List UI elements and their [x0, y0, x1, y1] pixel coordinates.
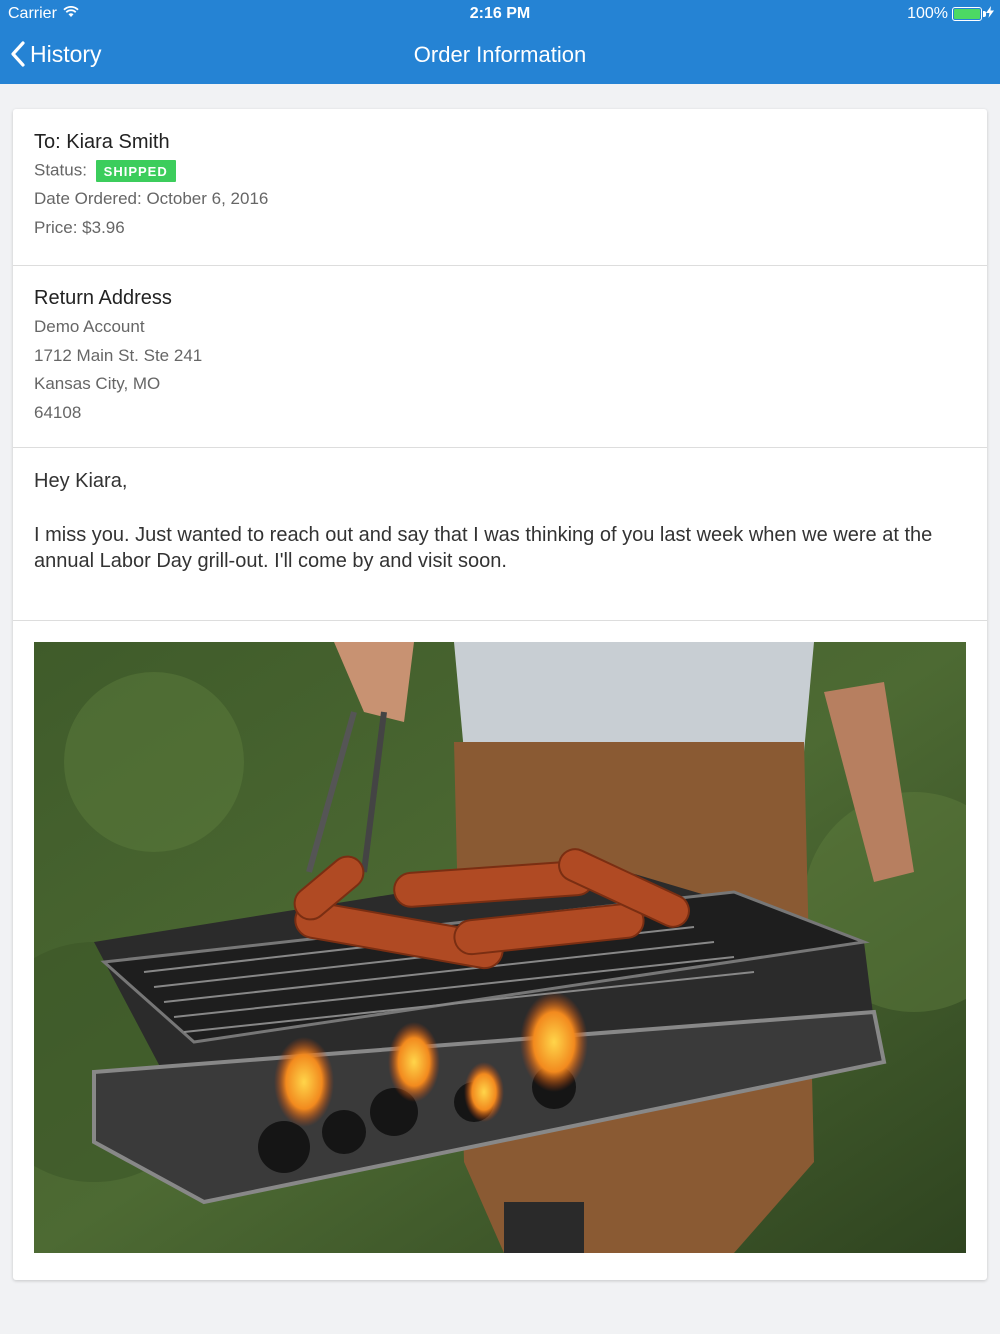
address-line: Kansas City, MO [34, 374, 161, 393]
return-address: Return Address Demo Account 1712 Main St… [13, 266, 987, 448]
top-bar: Carrier 2:16 PM 100% History Order Infor… [0, 0, 1000, 84]
clock: 2:16 PM [469, 5, 531, 22]
battery-percent: 100% [907, 5, 948, 22]
return-address-heading: Return Address [34, 287, 172, 309]
status-label: Status: [34, 160, 87, 180]
battery-indicator: 100% [907, 5, 994, 23]
order-details: To: Kiara Smith Status: SHIPPED Date Ord… [13, 109, 987, 266]
order-date: Date Ordered: October 6, 2016 [34, 189, 269, 208]
address-line: 64108 [34, 403, 82, 422]
charging-icon [986, 5, 994, 23]
order-card: To: Kiara Smith Status: SHIPPED Date Ord… [13, 109, 987, 1280]
status-badge: SHIPPED [95, 160, 176, 182]
navigation-bar: History Order Information [0, 28, 1000, 84]
message: Hey Kiara, I miss you. Just wanted to re… [13, 448, 987, 621]
grill-photo [34, 642, 966, 1253]
address-line: 1712 Main St. Ste 241 [34, 346, 203, 365]
message-body: I miss you. Just wanted to reach out and… [34, 524, 933, 572]
battery-icon [952, 7, 986, 21]
address-line: Demo Account [34, 317, 145, 336]
status-row: Status: SHIPPED [34, 160, 176, 182]
message-greeting: Hey Kiara, [34, 470, 128, 492]
recipient-name: To: Kiara Smith [34, 131, 170, 153]
order-price: Price: $3.96 [34, 218, 125, 237]
status-bar: Carrier 2:16 PM 100% [0, 0, 1000, 28]
page-title: Order Information [413, 42, 587, 67]
